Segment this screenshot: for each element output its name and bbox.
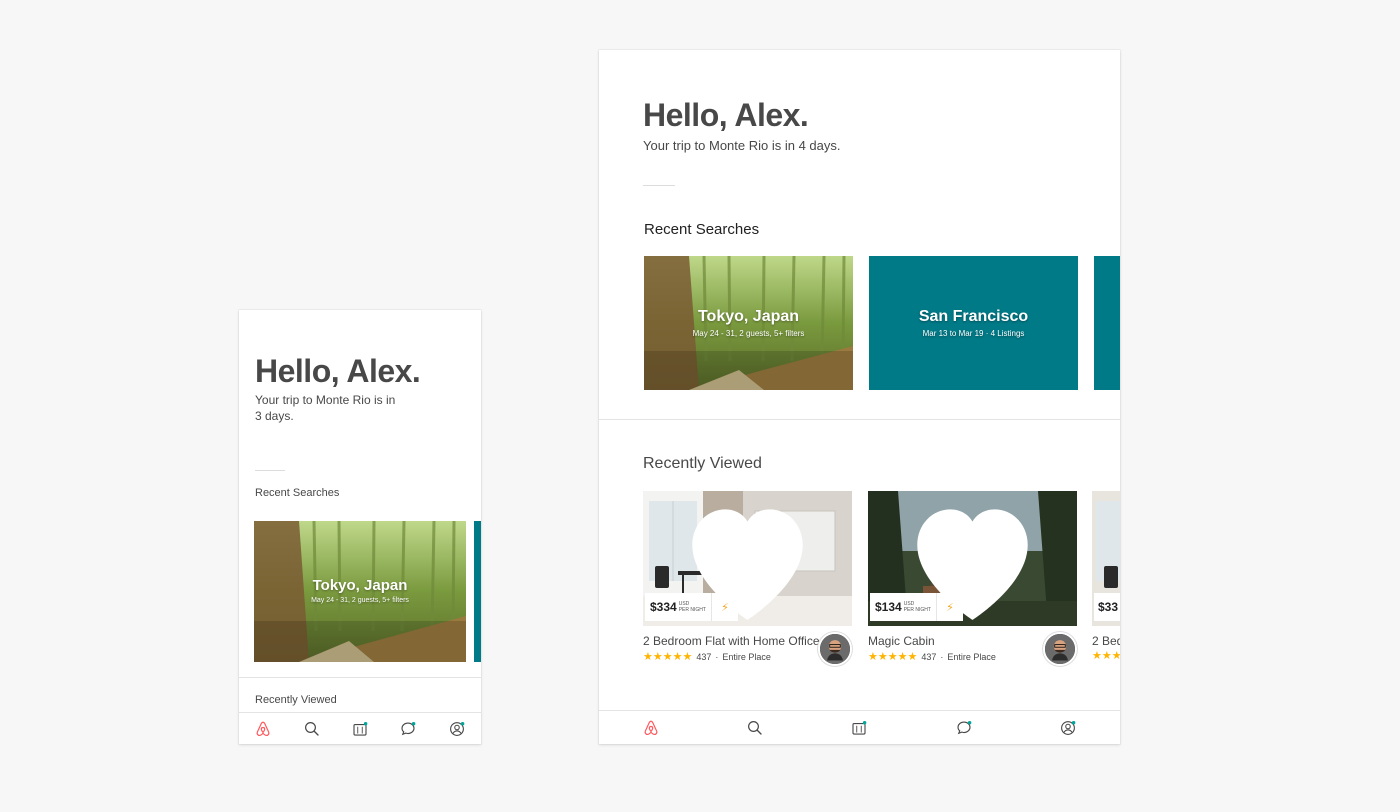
- listing-type: Entire Place: [722, 651, 771, 662]
- tab-profile[interactable]: [1056, 716, 1080, 740]
- section-rule: [255, 470, 285, 471]
- price-label: $134 USD PER NIGHT: [870, 593, 937, 621]
- search-card-meta: May 24 - 31, 2 guests, 5+ filters: [311, 597, 409, 604]
- tab-bar: [239, 712, 481, 744]
- search-card-meta: May 24 - 31, 2 guests, 5+ filters: [692, 329, 805, 338]
- recently-viewed-heading: Recently Viewed: [255, 694, 337, 706]
- search-card-meta: Mar 13 to Mar 19 · 4 Listings: [922, 329, 1025, 338]
- price-period: PER NIGHT: [903, 607, 931, 613]
- recent-searches-heading: Recent Searches: [644, 221, 760, 238]
- phone-screen: Hello, Alex. Your trip to Monte Rio is i…: [239, 310, 481, 744]
- recent-search-card-peek[interactable]: [1094, 256, 1120, 390]
- chat-icon: [957, 720, 972, 734]
- price-period: PER NIGHT: [678, 607, 706, 613]
- listing-meta: ★★★★★ 437 · Entire Place: [868, 650, 996, 663]
- price-tag: $334 USD PER NIGHT ⚡: [645, 593, 738, 621]
- price-label: $334 USD PER NIGHT: [645, 593, 712, 621]
- trip-status-text: Your trip to Monte Rio is in 3 days.: [255, 393, 396, 423]
- meta-separator: ·: [715, 651, 719, 662]
- search-icon: [748, 720, 762, 735]
- listing-meta: ★★★★★ 437 · Entire Place: [643, 650, 771, 663]
- trip-status-text: Your trip to Monte Rio is in 4 days.: [643, 138, 841, 153]
- recently-viewed-heading: Recently Viewed: [643, 455, 762, 472]
- section-divider: [599, 419, 1120, 420]
- search-card-title: Tokyo, Japan: [312, 577, 408, 594]
- host-face-icon: [820, 634, 850, 664]
- recent-search-card-tokyo[interactable]: Tokyo, Japan May 24 - 31, 2 guests, 5+ f…: [644, 256, 853, 390]
- suitcase-icon: [852, 720, 867, 735]
- star-rating-icon: ★★★: [1092, 650, 1120, 662]
- recent-search-card-san-francisco[interactable]: San Francisco Mar 13 to Mar 19 · 4 Listi…: [869, 256, 1078, 390]
- tab-explore[interactable]: [251, 717, 275, 741]
- section-rule: [643, 185, 675, 186]
- airbnb-logo-icon: [644, 720, 658, 735]
- meta-separator: ·: [940, 651, 944, 662]
- chat-icon: [401, 721, 416, 735]
- star-rating-icon: ★★★★★: [643, 651, 693, 663]
- greeting-heading: Hello, Alex.: [255, 353, 421, 389]
- listing-name: 2 Bed: [1092, 634, 1120, 648]
- price-amount: $134: [875, 600, 902, 614]
- listing-card[interactable]: $334 USD PER NIGHT ⚡ 2 Bedroom Flat with …: [643, 491, 852, 666]
- tab-bar: [599, 710, 1120, 744]
- instant-book-icon: ⚡: [711, 593, 738, 621]
- price-amount: $334: [650, 600, 677, 614]
- tab-trips[interactable]: [847, 716, 871, 740]
- listing-photo[interactable]: $134 USD PER NIGHT ⚡: [868, 491, 1077, 626]
- price-unit: USD PER NIGHT: [679, 601, 706, 613]
- tab-search[interactable]: [300, 717, 324, 741]
- instant-book-icon: ⚡: [936, 593, 963, 621]
- recent-search-card-tokyo[interactable]: Tokyo, Japan May 24 - 31, 2 guests, 5+ f…: [254, 521, 466, 662]
- tab-profile[interactable]: [445, 717, 469, 741]
- stage: Hello, Alex. Your trip to Monte Rio is i…: [0, 0, 1400, 812]
- recent-searches-heading: Recent Searches: [255, 487, 340, 499]
- listing-card-peek[interactable]: $33 2 Bed ★★★: [1092, 491, 1120, 671]
- search-card-title: San Francisco: [918, 308, 1029, 325]
- review-count: 437: [921, 651, 937, 662]
- tab-search[interactable]: [743, 716, 767, 740]
- review-count: 437: [696, 651, 712, 662]
- search-card-title: Tokyo, Japan: [697, 308, 800, 325]
- host-avatar[interactable]: [818, 632, 852, 666]
- price-unit: USD PER NIGHT: [904, 601, 931, 613]
- price-amount: $33: [1094, 593, 1120, 621]
- listing-photo[interactable]: $334 USD PER NIGHT ⚡: [643, 491, 852, 626]
- host-face-icon: [1045, 634, 1075, 664]
- listing-name: Magic Cabin: [868, 634, 935, 648]
- section-divider: [239, 677, 481, 678]
- airbnb-logo-icon: [256, 721, 270, 736]
- search-icon: [304, 721, 319, 736]
- tab-trips[interactable]: [348, 717, 372, 741]
- star-rating-icon: ★★★★★: [868, 651, 918, 663]
- tablet-screen: Hello, Alex. Your trip to Monte Rio is i…: [599, 50, 1120, 744]
- tab-explore[interactable]: [639, 716, 663, 740]
- listing-name: 2 Bedroom Flat with Home Office: [643, 634, 820, 648]
- greeting-heading: Hello, Alex.: [643, 97, 809, 133]
- host-avatar[interactable]: [1043, 632, 1077, 666]
- profile-icon: [1060, 720, 1076, 735]
- tab-messages[interactable]: [396, 717, 420, 741]
- tab-messages[interactable]: [952, 716, 976, 740]
- price-tag: $134 USD PER NIGHT ⚡: [870, 593, 963, 621]
- profile-icon: [449, 721, 465, 736]
- suitcase-icon: [353, 721, 368, 736]
- listing-type: Entire Place: [947, 651, 996, 662]
- listing-card[interactable]: $134 USD PER NIGHT ⚡ Magic Cabin ★★★★★ 43…: [868, 491, 1077, 666]
- recent-search-card-peek[interactable]: [474, 521, 481, 662]
